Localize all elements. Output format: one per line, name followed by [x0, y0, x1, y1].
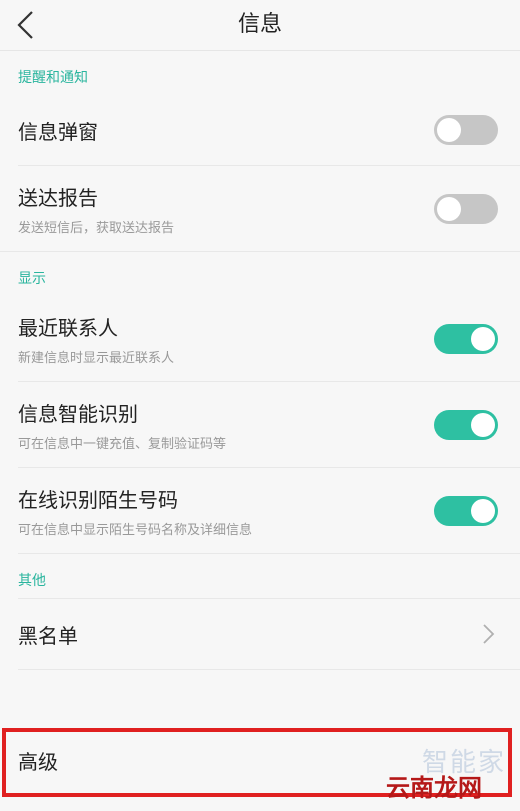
setting-description: 可在信息中一键充值、复制验证码等	[18, 436, 227, 452]
header-bar: 信息	[0, 0, 520, 51]
setting-recent-contacts[interactable]: 最近联系人 新建信息时显示最近联系人	[18, 296, 520, 382]
setting-popup[interactable]: 信息弹窗	[18, 95, 520, 166]
setting-smart-recognition[interactable]: 信息智能识别 可在信息中一键充值、复制验证码等	[18, 382, 520, 468]
setting-description: 新建信息时显示最近联系人	[18, 350, 175, 366]
setting-label: 最近联系人	[18, 315, 118, 340]
setting-label: 黑名单	[18, 623, 78, 648]
chevron-right-icon	[483, 624, 495, 644]
delivery-report-toggle[interactable]	[434, 193, 498, 224]
setting-description: 发送短信后，获取送达报告	[18, 220, 175, 236]
smart-recognition-toggle[interactable]	[434, 409, 498, 440]
setting-label: 在线识别陌生号码	[18, 487, 178, 512]
recent-contacts-toggle[interactable]	[434, 323, 498, 354]
setting-label: 送达报告	[18, 185, 98, 210]
setting-blacklist[interactable]: 黑名单	[18, 598, 520, 670]
popup-toggle[interactable]	[434, 115, 498, 145]
page-title: 信息	[237, 12, 282, 37]
section-title-other: 其他	[18, 573, 46, 589]
setting-stranger-number[interactable]: 在线识别陌生号码 可在信息中显示陌生号码名称及详细信息	[18, 468, 520, 554]
setting-delivery-report[interactable]: 送达报告 发送短信后，获取送达报告	[18, 166, 520, 251]
setting-description: 可在信息中显示陌生号码名称及详细信息	[18, 522, 253, 538]
section-title-display: 显示	[0, 251, 520, 296]
watermark-logo: 云南龙网	[386, 774, 482, 802]
setting-label: 信息弹窗	[18, 119, 98, 144]
setting-advanced[interactable]: 高级	[18, 728, 58, 797]
setting-label: 信息智能识别	[18, 401, 138, 426]
section-title-notifications: 提醒和通知	[18, 70, 88, 86]
stranger-number-toggle[interactable]	[434, 495, 498, 526]
